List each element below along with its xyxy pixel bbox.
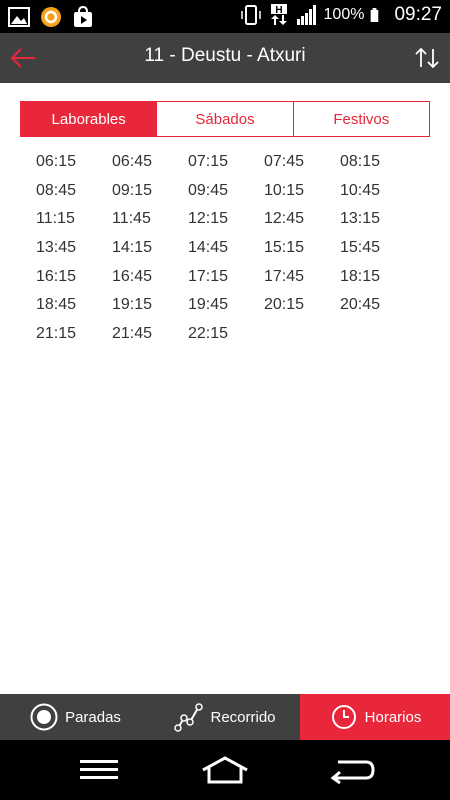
schedule-time[interactable]: 07:15 bbox=[170, 148, 246, 177]
schedule-time[interactable]: 20:15 bbox=[246, 291, 322, 320]
schedule-time[interactable]: 11:45 bbox=[94, 205, 170, 234]
schedule-time[interactable]: 08:15 bbox=[322, 148, 398, 177]
schedule-time[interactable]: 18:45 bbox=[18, 291, 94, 320]
sync-app-icon bbox=[41, 7, 61, 27]
nav-horarios[interactable]: Horarios bbox=[300, 694, 450, 740]
system-home-button[interactable] bbox=[201, 754, 249, 786]
schedule-time[interactable]: 06:45 bbox=[94, 148, 170, 177]
schedule-time[interactable]: 14:45 bbox=[170, 234, 246, 263]
schedule-time[interactable]: 10:15 bbox=[246, 177, 322, 206]
stop-circle-icon bbox=[30, 703, 58, 731]
vibrate-icon bbox=[240, 5, 261, 25]
schedule-grid: 06:15 06:45 07:15 07:45 08:15 08:45 09:1… bbox=[18, 148, 398, 349]
battery-percentage: 100% bbox=[323, 6, 365, 23]
tab-sabados[interactable]: Sábados bbox=[156, 102, 293, 136]
schedule-time[interactable]: 22:15 bbox=[170, 320, 246, 349]
schedule-time[interactable]: 09:45 bbox=[170, 177, 246, 206]
swap-direction-button[interactable] bbox=[410, 41, 444, 75]
nav-paradas[interactable]: Paradas bbox=[0, 694, 150, 740]
nav-recorrido[interactable]: Recorrido bbox=[150, 694, 300, 740]
nav-horarios-label: Horarios bbox=[364, 708, 422, 726]
home-icon bbox=[202, 756, 248, 784]
page-title: 11 - Deustu - Atxuri bbox=[144, 45, 306, 66]
system-navigation-bar bbox=[0, 740, 450, 800]
schedule-time[interactable]: 11:15 bbox=[18, 205, 94, 234]
menu-icon bbox=[80, 760, 118, 779]
svg-text:H: H bbox=[275, 5, 282, 16]
schedule-time[interactable]: 19:15 bbox=[94, 291, 170, 320]
bottom-navigation: Paradas Recorrido Horarios bbox=[0, 694, 450, 740]
schedule-time[interactable]: 16:45 bbox=[94, 263, 170, 292]
battery-icon bbox=[371, 8, 379, 22]
schedule-time[interactable]: 12:45 bbox=[246, 205, 322, 234]
tab-laborables[interactable]: Laborables bbox=[21, 102, 157, 136]
signal-icon bbox=[296, 5, 316, 25]
clock-icon bbox=[331, 705, 356, 729]
arrow-left-icon bbox=[10, 48, 35, 68]
clock: 09:27 bbox=[394, 4, 442, 25]
app-bar: 11 - Deustu - Atxuri bbox=[0, 33, 450, 83]
swap-vertical-icon bbox=[415, 47, 439, 69]
schedule-time[interactable]: 06:15 bbox=[18, 148, 94, 177]
schedule-time[interactable]: 12:15 bbox=[170, 205, 246, 234]
status-bar-system: H 100% 09:27 bbox=[240, 4, 442, 26]
status-bar: H 100% 09:27 bbox=[0, 0, 450, 33]
schedule-time[interactable]: 13:15 bbox=[322, 205, 398, 234]
schedule-time[interactable]: 16:15 bbox=[18, 263, 94, 292]
back-button[interactable] bbox=[6, 41, 40, 75]
schedule-time[interactable]: 09:15 bbox=[94, 177, 170, 206]
day-type-tabs: Laborables Sábados Festivos bbox=[20, 101, 430, 137]
schedule-time[interactable]: 13:45 bbox=[18, 234, 94, 263]
schedule-time[interactable]: 21:45 bbox=[94, 320, 170, 349]
schedule-time[interactable]: 07:45 bbox=[246, 148, 322, 177]
schedule-time[interactable]: 14:15 bbox=[94, 234, 170, 263]
schedule-time[interactable]: 15:45 bbox=[322, 234, 398, 263]
image-icon bbox=[8, 7, 30, 27]
schedule-time[interactable]: 17:45 bbox=[246, 263, 322, 292]
schedule-time[interactable]: 10:45 bbox=[322, 177, 398, 206]
system-back-button[interactable] bbox=[328, 754, 376, 786]
tab-festivos[interactable]: Festivos bbox=[292, 102, 429, 136]
nav-recorrido-label: Recorrido bbox=[210, 708, 276, 726]
schedule-time[interactable]: 19:45 bbox=[170, 291, 246, 320]
route-icon bbox=[174, 703, 204, 732]
schedule-time[interactable]: 17:15 bbox=[170, 263, 246, 292]
data-arrows-icon: H bbox=[270, 4, 287, 25]
schedule-time[interactable]: 18:15 bbox=[322, 263, 398, 292]
nav-paradas-label: Paradas bbox=[65, 708, 121, 726]
schedule-time[interactable]: 15:15 bbox=[246, 234, 322, 263]
system-menu-button[interactable] bbox=[75, 754, 123, 786]
play-store-icon bbox=[74, 6, 92, 27]
status-bar-notifications bbox=[8, 6, 94, 28]
schedule-time[interactable]: 21:15 bbox=[18, 320, 94, 349]
back-icon bbox=[330, 760, 375, 784]
schedule-time[interactable]: 20:45 bbox=[322, 291, 398, 320]
schedule-time[interactable]: 08:45 bbox=[18, 177, 94, 206]
